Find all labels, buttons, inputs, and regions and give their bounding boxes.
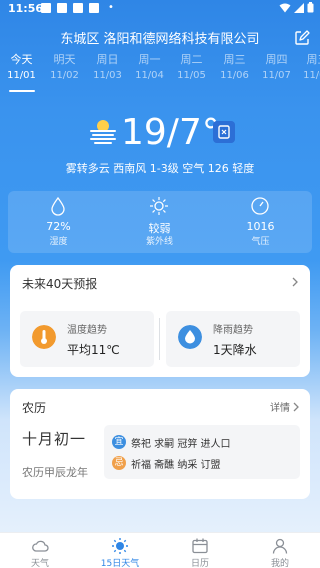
nav-calendar[interactable]: 日历	[160, 533, 240, 568]
forecast-40-card[interactable]: 未来40天预报 温度趋势 平均11℃ 降雨趋势 1天降水	[10, 265, 310, 377]
battery-icon	[307, 2, 314, 13]
day-date: 11/05	[177, 70, 206, 81]
day-tab[interactable]: 周日 11/03	[86, 52, 129, 84]
nav-profile[interactable]: 我的	[240, 533, 320, 568]
lunar-title: 农历	[22, 401, 47, 415]
day-tabs: 今天 11/01 明天 11/02 周日 11/03 周一 11/04 周二 11/05 …	[0, 52, 320, 92]
notification-icon	[89, 3, 99, 13]
forecast-title: 未来40天预报	[22, 277, 98, 291]
day-name: 明天	[53, 53, 76, 66]
thermometer-icon	[32, 325, 56, 349]
lunar-date: 十月初一	[22, 430, 87, 448]
nav-label: 日历	[190, 559, 209, 568]
wifi-icon	[279, 3, 291, 12]
day-tab[interactable]: 明天 11/02	[43, 52, 86, 84]
day-date: 11/04	[135, 70, 164, 81]
chevron-right-icon	[293, 402, 299, 411]
uv-label: 紫外线	[145, 237, 173, 247]
day-name: 周一	[138, 53, 161, 66]
status-time: 11:56	[8, 2, 44, 15]
details-label: 详情	[270, 403, 290, 414]
ji-row: 忌 祈福 斋醮 纳采 订盟	[112, 454, 221, 472]
day-tab[interactable]: 周一 11/04	[128, 52, 171, 84]
calendar-icon	[192, 538, 208, 554]
nav-weather[interactable]: 天气	[0, 533, 80, 568]
pressure-stat: 1016 气压	[210, 191, 311, 253]
day-date: 11/03	[93, 70, 122, 81]
divider	[159, 318, 160, 360]
notification-icon	[73, 3, 83, 13]
day-date: 11/07	[262, 70, 291, 81]
edit-icon[interactable]	[294, 30, 310, 46]
nav-15day[interactable]: 15日天气	[80, 533, 160, 568]
ji-badge: 忌	[112, 456, 126, 470]
day-date: 11/02	[50, 70, 79, 81]
day-tab[interactable]: 周三 11/06	[213, 52, 256, 84]
air-quality-icon[interactable]	[213, 121, 235, 143]
current-temperature: 19/7°	[121, 112, 220, 153]
day-tab[interactable]: 周四 11/07	[255, 52, 298, 84]
rain-trend-value: 1天降水	[213, 343, 257, 357]
lunar-card: 农历 详情 十月初一 农历甲辰龙年 宜 祭祀 求嗣 冠笄 进人口 忌 祈福 斋醮…	[10, 389, 310, 499]
pressure-label: 气压	[251, 237, 270, 247]
temperature-trend-value: 平均11℃	[67, 343, 120, 357]
day-tab[interactable]: 周五 11/08	[296, 52, 320, 84]
day-tab[interactable]: 周二 11/05	[170, 52, 213, 84]
day-name: 今天	[10, 53, 33, 66]
weather-stats: 72% 湿度 较弱 紫外线 1016 气压	[8, 191, 312, 253]
day-tab[interactable]: 今天 11/01	[0, 52, 43, 84]
dot-icon: •	[108, 2, 114, 13]
yi-text: 祭祀 求嗣 冠笄 进人口	[131, 438, 231, 450]
lunar-year: 农历甲辰龙年	[22, 466, 88, 479]
day-name: 周二	[180, 53, 203, 66]
day-date: 11/06	[220, 70, 249, 81]
bottom-nav: 天气 15日天气 日历 我的	[0, 532, 320, 568]
nav-label: 15日天气	[100, 559, 140, 568]
yi-ji-box: 宜 祭祀 求嗣 冠笄 进人口 忌 祈福 斋醮 纳采 订盟	[104, 425, 300, 479]
rain-trend-label: 降雨趋势	[213, 325, 253, 336]
humidity-stat: 72% 湿度	[8, 191, 109, 253]
notification-icon	[57, 3, 67, 13]
day-name: 周日	[96, 53, 119, 66]
rain-trend[interactable]: 降雨趋势 1天降水	[166, 311, 300, 367]
day-date: 11/01	[7, 70, 36, 81]
humidity-value: 72%	[46, 220, 71, 233]
yi-badge: 宜	[112, 435, 126, 449]
uv-stat: 较弱 紫外线	[109, 191, 210, 253]
humidity-label: 湿度	[49, 237, 68, 247]
droplet-icon	[51, 196, 65, 216]
signal-icon	[294, 2, 304, 13]
day-name: 周三	[223, 53, 246, 66]
temperature-trend[interactable]: 温度趋势 平均11℃	[20, 311, 154, 367]
fog-sun-icon	[90, 120, 116, 144]
nav-label: 我的	[270, 559, 289, 568]
lunar-details-link[interactable]: 详情	[270, 399, 300, 414]
gauge-icon	[251, 197, 269, 215]
notification-icon	[41, 3, 51, 13]
nav-label: 天气	[30, 559, 49, 568]
chevron-right-icon[interactable]	[290, 276, 300, 288]
user-icon	[272, 538, 288, 554]
day-name: 周四	[265, 53, 288, 66]
sun-icon	[112, 538, 128, 554]
active-day-indicator	[9, 90, 35, 92]
status-bar: 11:56 •	[0, 0, 320, 20]
pressure-value: 1016	[246, 220, 275, 233]
day-date: 11/08	[303, 70, 320, 81]
day-name: 周五	[306, 53, 320, 66]
sun-outline-icon	[150, 197, 168, 215]
raindrop-icon	[178, 325, 202, 349]
ji-text: 祈福 斋醮 纳采 订盟	[131, 459, 221, 471]
yi-row: 宜 祭祀 求嗣 冠笄 进人口	[112, 433, 231, 451]
temperature-trend-label: 温度趋势	[67, 325, 107, 336]
location-title[interactable]: 东城区 洛阳和德网络科技有限公司	[0, 28, 320, 47]
cloud-icon	[32, 540, 49, 552]
weather-summary: 雾转多云 西南风 1-3级 空气 126 轻度	[65, 162, 255, 175]
